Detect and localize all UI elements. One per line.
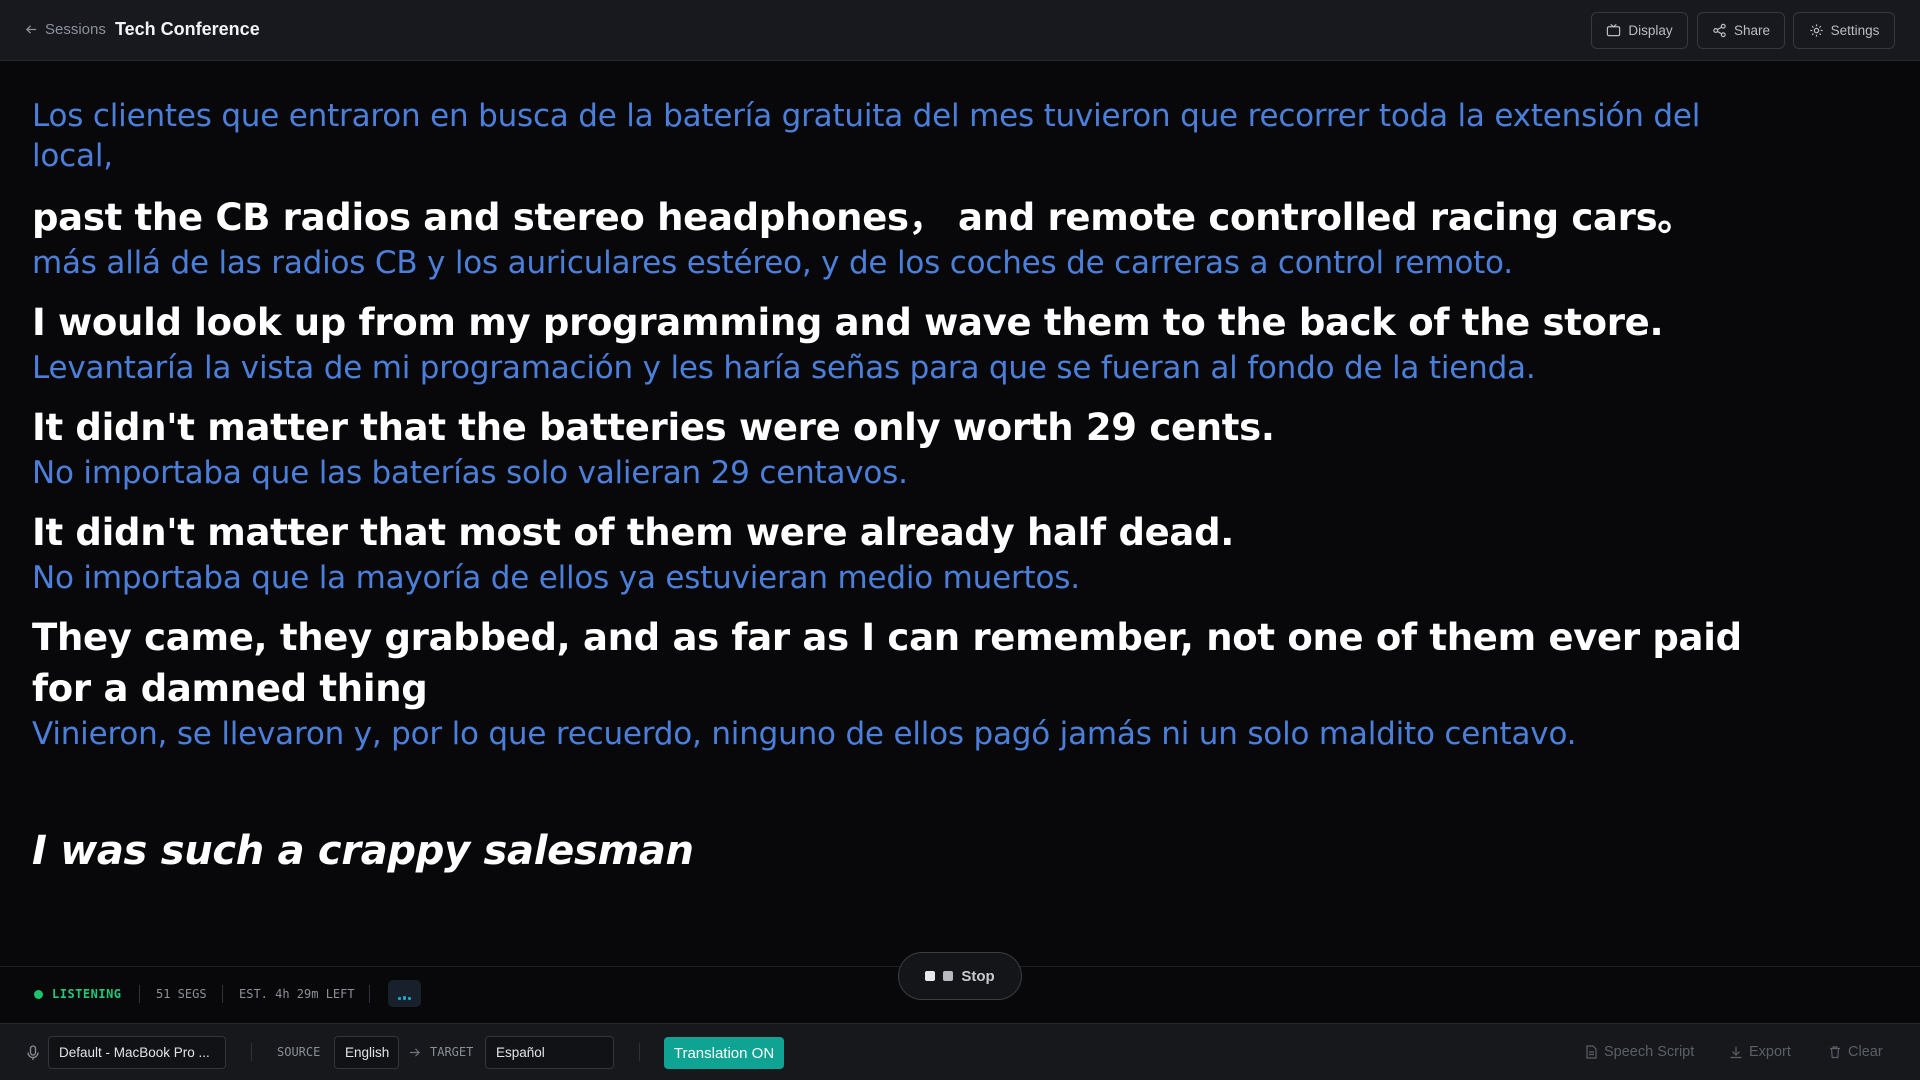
stop-icon — [943, 971, 954, 981]
source-text: I would look up from my programming and … — [32, 301, 1664, 344]
clear-button[interactable]: Clear — [1828, 1044, 1883, 1060]
microphone-select[interactable]: Default - MacBook Pro ... — [48, 1036, 226, 1069]
download-icon — [1730, 1046, 1742, 1059]
source-text: It didn't matter that most of them were … — [32, 511, 1235, 554]
stop-label: Stop — [961, 967, 995, 985]
translation-text: Vinieron, se llevaron y, por lo que recu… — [32, 716, 1577, 752]
settings-button[interactable]: Settings — [1793, 12, 1895, 49]
segment-count: 51 SEGS — [156, 987, 207, 1001]
gear-icon — [1810, 24, 1823, 37]
audio-level-meter — [388, 980, 421, 1007]
mic-icon — [27, 1045, 39, 1060]
transcript-segment: past the CB radios and stereo headphones… — [32, 192, 1772, 283]
display-button[interactable]: Display — [1591, 12, 1688, 49]
divider — [369, 985, 370, 1003]
translation-text: Los clientes que entraron en busca de la… — [32, 98, 1701, 174]
divider — [222, 985, 223, 1003]
arrow-right-icon — [409, 1048, 420, 1057]
listening-indicator: LISTENING — [34, 987, 122, 1001]
share-label: Share — [1733, 23, 1771, 38]
source-text: It didn't matter that the batteries were… — [32, 406, 1275, 449]
transcript-segment: Los clientes que entraron en busca de la… — [32, 96, 1772, 176]
target-language-select[interactable]: Español — [485, 1036, 614, 1069]
transcript-segment: It didn't matter that the batteries were… — [32, 402, 1772, 493]
time-estimate: EST. 4h 29m LEFT — [239, 987, 355, 1001]
translation-text: No importaba que las baterías solo valie… — [32, 455, 908, 491]
translation-text: más allá de las radios CB y los auricula… — [32, 245, 1513, 281]
divider — [139, 985, 140, 1003]
display-icon — [1607, 23, 1621, 37]
translation-toggle[interactable]: Translation ON — [664, 1037, 784, 1069]
translation-text: No importaba que la mayoría de ellos ya … — [32, 560, 1080, 596]
back-label: Sessions — [45, 21, 106, 38]
bottom-toolbar: Default - MacBook Pro ... SOURCE English… — [0, 1023, 1920, 1080]
top-bar: Sessions Tech Conference Display Share S… — [0, 0, 1920, 61]
arrow-left-icon — [25, 25, 37, 34]
divider — [639, 1043, 640, 1061]
back-to-sessions-link[interactable]: Sessions — [25, 21, 106, 38]
transcript-segment: They came, they grabbed, and as far as I… — [32, 612, 1772, 754]
status-dot — [34, 990, 43, 999]
display-label: Display — [1628, 23, 1673, 38]
source-text: past the CB radios and stereo headphones… — [32, 196, 1695, 239]
transcript-area: Los clientes que entraron en busca de la… — [32, 96, 1772, 768]
source-label: SOURCE — [277, 1045, 321, 1059]
settings-label: Settings — [1830, 23, 1880, 38]
transcript-segment: It didn't matter that most of them were … — [32, 507, 1772, 598]
trash-icon — [1830, 1046, 1840, 1059]
speech-script-label: Speech Script — [1604, 1044, 1695, 1060]
share-icon — [1713, 23, 1726, 38]
stop-button[interactable]: Stop — [898, 952, 1022, 1000]
document-icon — [1586, 1045, 1597, 1059]
speech-script-button[interactable]: Speech Script — [1584, 1044, 1694, 1060]
live-transcript-text: I was such a crappy salesman — [32, 828, 694, 874]
listening-label: LISTENING — [52, 987, 122, 1001]
page-title: Tech Conference — [115, 19, 260, 39]
source-text: They came, they grabbed, and as far as I… — [32, 616, 1742, 710]
stop-icon — [925, 971, 936, 981]
transcript-segment: I would look up from my programming and … — [32, 297, 1772, 388]
export-label: Export — [1749, 1044, 1791, 1060]
divider — [251, 1043, 252, 1061]
translation-text: Levantaría la vista de mi programación y… — [32, 350, 1536, 386]
clear-label: Clear — [1848, 1044, 1883, 1060]
export-button[interactable]: Export — [1729, 1044, 1791, 1060]
share-button[interactable]: Share — [1697, 12, 1785, 49]
source-language-select[interactable]: English — [334, 1036, 399, 1069]
target-label: TARGET — [430, 1045, 474, 1059]
